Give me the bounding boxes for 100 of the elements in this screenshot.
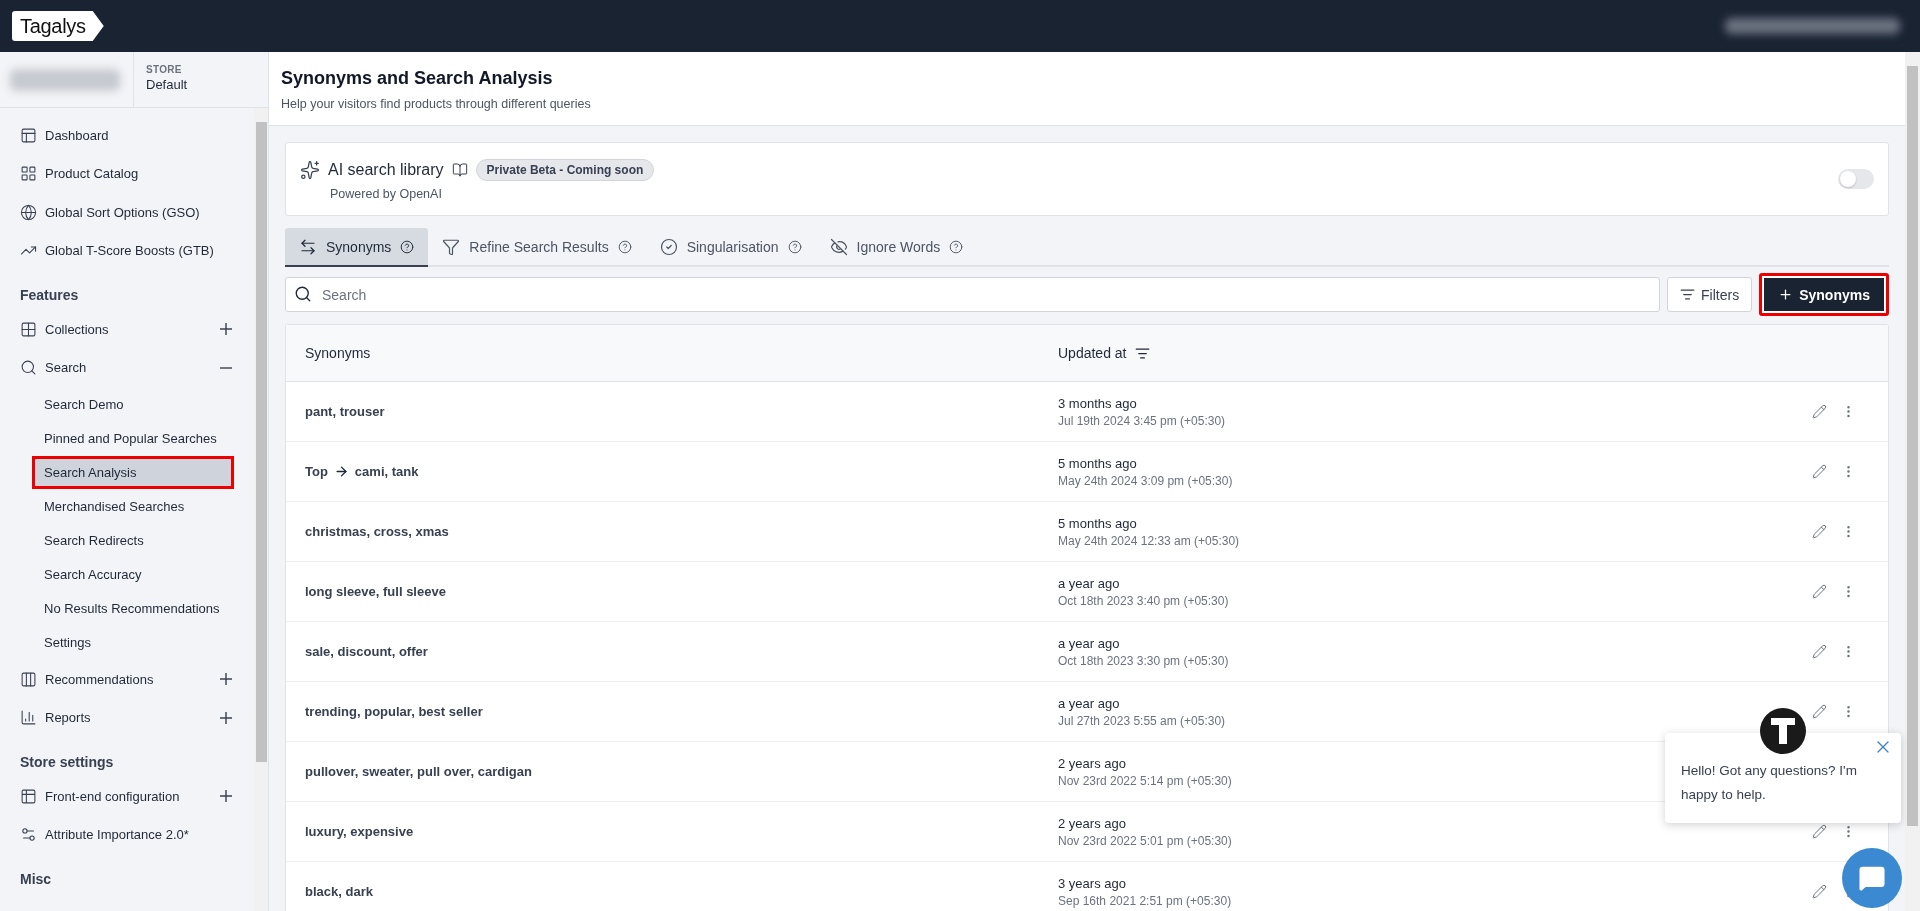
sidebar-heading: Store settings — [20, 753, 115, 772]
search-icon — [294, 285, 312, 303]
grid-icon — [20, 320, 37, 338]
sidebar-subitem[interactable]: Search Redirects — [32, 524, 234, 557]
updated-date: Sep 16th 2021 2:51 pm (+05:30) — [1058, 893, 1232, 908]
synonym-terms: luxury, expensive — [305, 824, 414, 839]
help-icon — [617, 239, 632, 254]
column-header: Synonyms — [305, 345, 371, 361]
synonym-terms: pullover, sweater, pull over, cardigan — [305, 764, 532, 779]
updated-relative: 5 months ago — [1058, 455, 1137, 471]
search-icon — [20, 359, 37, 377]
page-title: Synonyms and Search Analysis — [281, 68, 554, 89]
updated-relative: 2 years ago — [1058, 815, 1126, 831]
globe-icon — [20, 203, 37, 221]
store-selector[interactable]: Default — [146, 77, 188, 92]
filters-button[interactable]: Filters — [1667, 277, 1753, 312]
chart-icon — [20, 709, 37, 727]
logo: Tagalys — [12, 11, 104, 41]
sidebar-subitem[interactable]: Merchandised Searches — [32, 490, 234, 523]
beta-badge: Private Beta - Coming soon — [475, 159, 655, 181]
updated-date: Nov 23rd 2022 5:14 pm (+05:30) — [1058, 773, 1232, 788]
synonym-terms: black, dark — [305, 884, 373, 899]
updated-relative: 2 years ago — [1058, 755, 1126, 771]
sliders-icon — [20, 826, 37, 844]
edit-pencil-icon[interactable] — [1812, 584, 1827, 599]
search-field[interactable]: Search — [285, 277, 1661, 312]
sidebar-item[interactable]: Dashboard — [20, 116, 254, 155]
grid-icon — [20, 165, 37, 183]
updated-date: Oct 18th 2023 3:30 pm (+05:30) — [1058, 653, 1229, 668]
edit-pencil-icon[interactable] — [1812, 884, 1827, 899]
plus-icon — [1778, 287, 1794, 302]
updated-relative: 3 years ago — [1058, 875, 1126, 891]
table-icon — [20, 787, 37, 805]
edit-pencil-icon[interactable] — [1812, 644, 1827, 659]
sparkles-icon — [300, 160, 320, 180]
edit-pencil-icon[interactable] — [1812, 704, 1827, 719]
sidebar-item[interactable]: Product Catalog — [20, 154, 254, 193]
check-circle-icon — [659, 237, 678, 256]
sidebar-heading: Misc — [20, 870, 53, 889]
scrollbar[interactable] — [1905, 52, 1920, 911]
chat-message: Hello! Got any questions? I'm happy to help. — [1681, 762, 1858, 804]
filter-lines-icon — [1680, 287, 1696, 302]
help-icon — [949, 239, 964, 254]
toggle-switch[interactable] — [1838, 169, 1874, 189]
eye-off-icon — [829, 237, 848, 256]
layout-icon — [20, 126, 37, 144]
updated-relative: a year ago — [1058, 635, 1120, 651]
edit-pencil-icon[interactable] — [1812, 464, 1827, 479]
sort-icon — [1134, 345, 1150, 361]
sidebar-item[interactable]: Global Sort Options (GSO) — [20, 193, 254, 232]
updated-date: May 24th 2024 3:09 pm (+05:30) — [1058, 473, 1233, 488]
card-title: AI search library — [328, 161, 444, 179]
sidebar-subitem[interactable]: Pinned and Popular Searches — [32, 422, 234, 455]
help-icon — [400, 239, 415, 254]
scrollbar[interactable] — [254, 108, 268, 911]
store-label: STORE — [146, 64, 183, 75]
arrow-right-icon — [333, 464, 349, 479]
synonym-terms: christmas, cross, xmas — [305, 524, 449, 539]
column-header[interactable]: Updated at — [1058, 345, 1150, 361]
sidebar-item[interactable]: Recommendations — [20, 660, 254, 699]
sidebar-item[interactable]: Front-end configuration — [20, 777, 254, 816]
updated-date: Jul 19th 2024 3:45 pm (+05:30) — [1058, 413, 1226, 428]
sidebar-item[interactable]: Search — [20, 348, 254, 387]
updated-date: Jul 27th 2023 5:55 am (+05:30) — [1058, 713, 1226, 728]
columns-icon — [20, 670, 37, 688]
add-synonyms-button[interactable]: Synonyms — [1759, 273, 1889, 316]
synonym-term: Top — [305, 464, 328, 479]
sidebar-item[interactable]: Reports — [20, 698, 254, 737]
updated-date: May 24th 2024 12:33 am (+05:30) — [1058, 533, 1240, 548]
edit-pencil-icon[interactable] — [1812, 524, 1827, 539]
swap-arrows-icon — [299, 237, 317, 256]
updated-relative: 5 months ago — [1058, 515, 1137, 531]
sidebar-item[interactable]: Global T-Score Boosts (GTB) — [20, 231, 254, 270]
edit-pencil-icon[interactable] — [1812, 824, 1827, 839]
sidebar-item[interactable]: Collections — [20, 310, 254, 349]
sidebar-subitem[interactable]: No Results Recommendations — [32, 592, 234, 625]
sidebar-item[interactable]: Attribute Importance 2.0* — [20, 815, 254, 854]
sidebar-subitem[interactable]: Settings — [32, 626, 234, 659]
edit-pencil-icon[interactable] — [1812, 404, 1827, 419]
updated-date: Nov 23rd 2022 5:01 pm (+05:30) — [1058, 833, 1232, 848]
card-subtitle: Powered by OpenAI — [329, 187, 443, 201]
funnel-icon — [442, 237, 461, 256]
tab[interactable]: Synonyms — [285, 228, 429, 267]
synonym-terms: long sleeve, full sleeve — [305, 584, 446, 599]
sidebar-subitem[interactable]: Search Analysis — [32, 456, 234, 489]
chat-bubble-icon — [1858, 864, 1886, 892]
tab[interactable]: Ignore Words — [815, 228, 978, 267]
tab[interactable]: Singularisation — [645, 228, 816, 267]
sidebar-subitem[interactable]: Search Accuracy — [32, 558, 234, 591]
page-subtitle: Help your visitors find products through different queries — [281, 97, 592, 111]
updated-relative: 3 months ago — [1058, 395, 1137, 411]
sidebar-subitem[interactable]: Search Demo — [32, 388, 234, 421]
tab[interactable]: Refine Search Results — [428, 228, 646, 267]
updated-relative: a year ago — [1058, 575, 1120, 591]
synonym-terms: cami, tank — [354, 464, 419, 479]
updated-relative: a year ago — [1058, 695, 1120, 711]
book-icon[interactable] — [451, 162, 468, 178]
help-icon — [787, 239, 802, 254]
synonym-terms: pant, trouser — [305, 404, 385, 419]
sidebar-heading: Features — [20, 286, 80, 305]
